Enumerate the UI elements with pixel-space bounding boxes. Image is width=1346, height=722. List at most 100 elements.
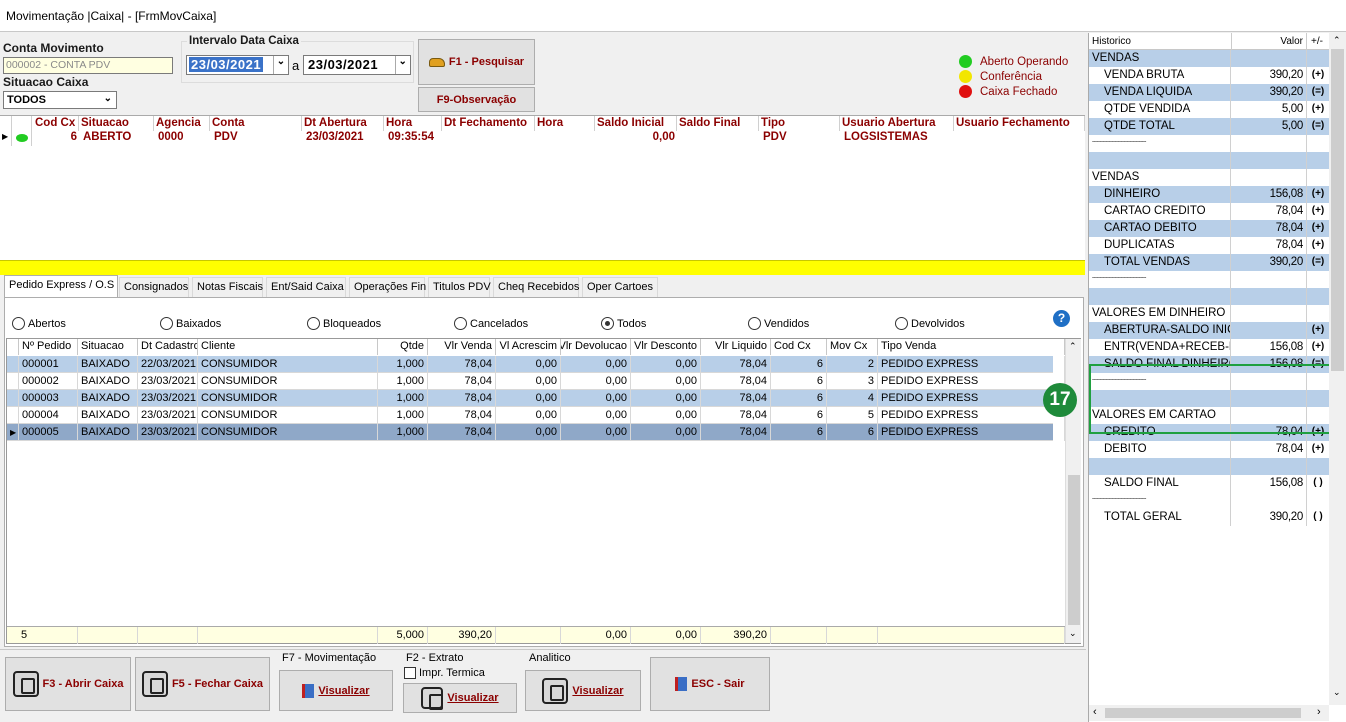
cell-vlr-liquido[interactable]: 78,04 — [701, 407, 771, 424]
cell-vlr-devolucao[interactable]: 0,00 — [561, 356, 631, 373]
f2-visualizar-button[interactable]: Visualizar — [403, 683, 517, 713]
col-header-vlr-liquido[interactable]: Vlr Liquido — [701, 339, 771, 355]
col-header-mov-cx[interactable]: Mov Cx — [827, 339, 878, 355]
cell-mov-cx[interactable]: 3 — [827, 373, 878, 390]
scroll-right-icon[interactable]: › — [1317, 706, 1321, 718]
cell-vl-acrescim[interactable]: 0,00 — [496, 356, 561, 373]
abrir-caixa-button[interactable]: F3 - Abrir Caixa — [5, 657, 131, 711]
cell-vlr-desconto[interactable]: 0,00 — [631, 373, 701, 390]
summary-row[interactable]: VENDAS — [1089, 50, 1329, 67]
col-header-dt-abertura[interactable]: Dt Abertura — [302, 116, 384, 131]
cell-tipo-venda[interactable]: PEDIDO EXPRESS — [878, 356, 1065, 373]
pesquisar-button[interactable]: F1 - Pesquisar — [418, 39, 535, 85]
table-row[interactable]: ▶ 000005 BAIXADO 23/03/2021 CONSUMIDOR 1,000 7… — [7, 424, 1065, 441]
table-row[interactable]: 000001 BAIXADO 22/03/2021 CONSUMIDOR 1,000 78… — [7, 356, 1065, 373]
summary-row[interactable]: ------------------------------------ — [1089, 271, 1329, 288]
cell-hora-fech[interactable] — [537, 131, 595, 145]
summary-row[interactable] — [1089, 152, 1329, 169]
cell-cod-cx[interactable]: 6 — [33, 131, 79, 145]
cell-cliente[interactable]: CONSUMIDOR — [198, 407, 378, 424]
situacao-select[interactable]: TODOS ⌄ — [3, 91, 117, 109]
cell-cliente[interactable]: CONSUMIDOR — [198, 373, 378, 390]
cell-dt-cadastro[interactable]: 23/03/2021 — [138, 424, 198, 441]
summary-scrollbar[interactable]: ⌃ ⌄ — [1329, 33, 1346, 705]
radio-todos[interactable]: Todos — [601, 317, 646, 330]
cell-cod-cx[interactable]: 6 — [771, 356, 827, 373]
f7-visualizar-button[interactable]: Visualizar — [279, 670, 393, 711]
cell-situacao[interactable]: BAIXADO — [78, 424, 138, 441]
chevron-down-icon[interactable]: ⌄ — [273, 56, 288, 74]
summary-row[interactable]: VALORES EM DINHEIRO — [1089, 305, 1329, 322]
col-header-tipo-venda[interactable]: Tipo Venda — [878, 339, 1065, 355]
summary-row[interactable]: CARTAO DEBITO 78,04 (+) — [1089, 220, 1329, 237]
col-header-conta[interactable]: Conta — [210, 116, 302, 131]
cell-dt-cadastro[interactable]: 23/03/2021 — [138, 407, 198, 424]
cell-vlr-venda[interactable]: 78,04 — [428, 356, 496, 373]
cell-cod-cx[interactable]: 6 — [771, 373, 827, 390]
cell-vl-acrescim[interactable]: 0,00 — [496, 390, 561, 407]
col-header-qtde[interactable]: Qtde — [378, 339, 428, 355]
summary-row[interactable]: ENTR(VENDA+RECEB-PGTO)156,08 (+) — [1089, 339, 1329, 356]
cell-situacao[interactable]: ABERTO — [81, 131, 154, 145]
date-from-picker[interactable]: 23/03/2021 ⌄ — [186, 55, 289, 75]
cell-vlr-desconto[interactable]: 0,00 — [631, 356, 701, 373]
summary-row[interactable]: DINHEIRO 156,08 (+) — [1089, 186, 1329, 203]
col-header-hora-fech[interactable]: Hora — [535, 116, 595, 131]
table-row[interactable]: 000004 BAIXADO 23/03/2021 CONSUMIDOR 1,000 78… — [7, 407, 1065, 424]
analitico-visualizar-button[interactable]: Visualizar — [525, 670, 641, 711]
cell-vlr-desconto[interactable]: 0,00 — [631, 407, 701, 424]
col-header-saldo-final[interactable]: Saldo Final — [677, 116, 759, 131]
orders-grid[interactable]: Nº Pedido Situacao Dt Cadastro Cliente Q… — [6, 338, 1081, 644]
col-header-cod-cx[interactable]: Cod Cx — [771, 339, 827, 355]
cell-tipo-venda[interactable]: PEDIDO EXPRESS — [878, 407, 1065, 424]
cell-mov-cx[interactable]: 5 — [827, 407, 878, 424]
cell-qtde[interactable]: 1,000 — [378, 390, 428, 407]
cell-conta[interactable]: PDV — [212, 131, 302, 145]
summary-row[interactable]: DEBITO 78,04 (+) — [1089, 441, 1329, 458]
cell-saldo-final[interactable] — [677, 131, 759, 145]
col-header-situacao[interactable]: Situacao — [78, 339, 138, 355]
cell-vl-acrescim[interactable]: 0,00 — [496, 373, 561, 390]
cell-dt-cadastro[interactable]: 22/03/2021 — [138, 356, 198, 373]
cell-qtde[interactable]: 1,000 — [378, 356, 428, 373]
cell-agencia[interactable]: 0000 — [156, 131, 210, 145]
summary-row[interactable]: TOTAL GERAL 390,20 ( ) — [1089, 509, 1329, 526]
cell-tipo[interactable]: PDV — [761, 131, 840, 145]
col-header-agencia[interactable]: Agencia — [154, 116, 210, 131]
tab-notas-fiscais[interactable]: Notas Fiscais — [192, 277, 263, 297]
cell-vlr-desconto[interactable]: 0,00 — [631, 390, 701, 407]
table-row[interactable]: 000003 BAIXADO 23/03/2021 CONSUMIDOR 1,000 78… — [7, 390, 1065, 407]
tab-titulos-pdv[interactable]: Titulos PDV — [428, 277, 491, 297]
cell-vlr-liquido[interactable]: 78,04 — [701, 424, 771, 441]
col-header-usuario-fechamento[interactable]: Usuario Fechamento — [954, 116, 1085, 131]
tab-operacoes-fin[interactable]: Operações Fin — [349, 277, 426, 297]
radio-cancelados[interactable]: Cancelados — [454, 317, 528, 330]
fechar-caixa-button[interactable]: F5 - Fechar Caixa — [135, 657, 270, 711]
conta-field[interactable]: 000002 - CONTA PDV — [3, 57, 173, 74]
cell-cliente[interactable]: CONSUMIDOR — [198, 356, 378, 373]
col-header-historico[interactable]: Historico — [1092, 36, 1131, 47]
summary-row[interactable]: ABERTURA-SALDO INICIAL (+) — [1089, 322, 1329, 339]
cell-numero-pedido[interactable]: 000001 — [19, 356, 78, 373]
col-header-valor[interactable]: Valor — [1231, 33, 1307, 50]
tab-cheq-recebidos[interactable]: Cheq Recebidos — [493, 277, 579, 297]
cell-mov-cx[interactable]: 6 — [827, 424, 878, 441]
summary-row[interactable]: TOTAL VENDAS 390,20 (=) — [1089, 254, 1329, 271]
cell-vl-acrescim[interactable]: 0,00 — [496, 424, 561, 441]
radio-devolvidos[interactable]: Devolvidos — [895, 317, 965, 330]
cell-numero-pedido[interactable]: 000004 — [19, 407, 78, 424]
cell-vlr-devolucao[interactable]: 0,00 — [561, 424, 631, 441]
cell-situacao[interactable]: BAIXADO — [78, 407, 138, 424]
cell-situacao[interactable]: BAIXADO — [78, 373, 138, 390]
cell-vlr-venda[interactable]: 78,04 — [428, 373, 496, 390]
cell-dt-cadastro[interactable]: 23/03/2021 — [138, 390, 198, 407]
col-header-numero-pedido[interactable]: Nº Pedido — [19, 339, 78, 355]
col-header-vlr-devolucao[interactable]: Vlr Devolucao — [561, 339, 631, 355]
summary-row[interactable]: ------------------------------------ — [1089, 135, 1329, 152]
impr-termica-checkbox[interactable]: Impr. Termica — [404, 667, 485, 679]
summary-row[interactable] — [1089, 458, 1329, 475]
cell-qtde[interactable]: 1,000 — [378, 373, 428, 390]
tab-oper-cartoes[interactable]: Oper Cartoes — [582, 277, 658, 297]
cell-vlr-liquido[interactable]: 78,04 — [701, 356, 771, 373]
cell-numero-pedido[interactable]: 000005 — [19, 424, 78, 441]
